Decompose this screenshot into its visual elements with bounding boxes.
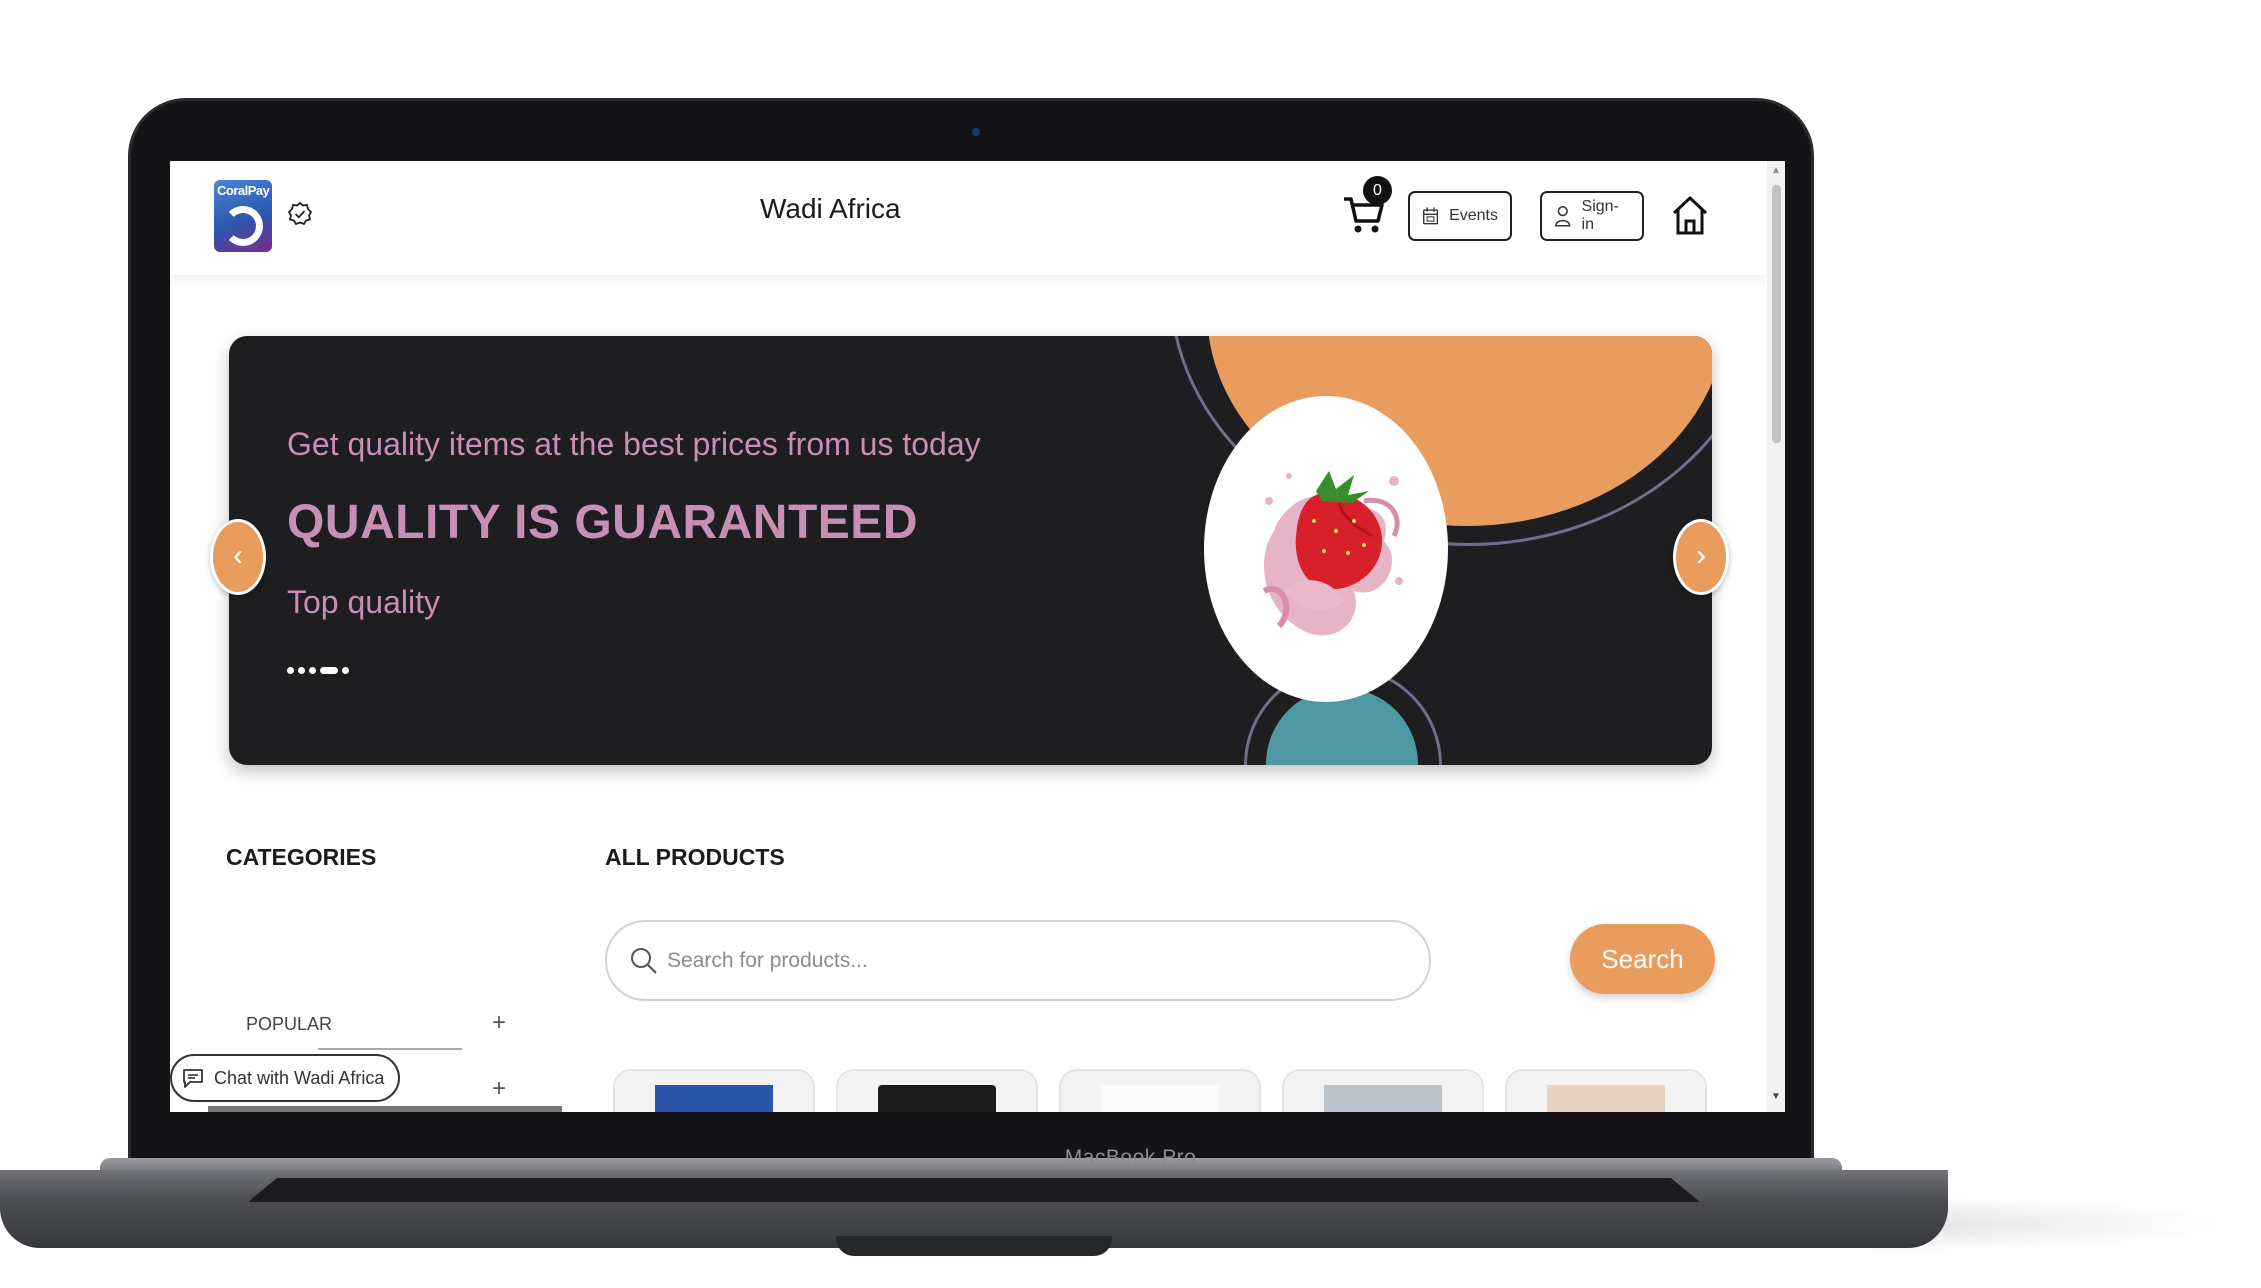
device-model-label: MacBook Pro bbox=[1064, 1146, 1197, 1169]
carousel-dot[interactable] bbox=[309, 667, 316, 674]
site-title: Wadi Africa bbox=[760, 193, 901, 224]
scroll-up-arrow-icon[interactable]: ▲ bbox=[1771, 165, 1781, 176]
product-card[interactable] bbox=[836, 1069, 1038, 1112]
events-label: Events bbox=[1449, 207, 1498, 224]
user-icon bbox=[1555, 205, 1571, 227]
coralpay-logo[interactable]: CoralPay bbox=[214, 180, 272, 252]
chevron-right-icon: › bbox=[1696, 539, 1706, 572]
carousel-next-button[interactable]: › bbox=[1673, 519, 1729, 595]
carousel-dot[interactable] bbox=[298, 667, 305, 674]
calendar-icon bbox=[1423, 207, 1439, 225]
hero-tagline: Top quality bbox=[287, 584, 440, 620]
plus-icon[interactable]: + bbox=[492, 1009, 506, 1037]
all-products-heading: ALL PRODUCTS bbox=[605, 844, 785, 870]
carousel-dot[interactable] bbox=[342, 667, 349, 674]
plus-icon[interactable]: + bbox=[492, 1075, 506, 1103]
signin-label: Sign-in bbox=[1581, 198, 1619, 233]
browser-viewport: CoralPay Wadi Africa 0 Events Sign-in ▲ … bbox=[170, 161, 1785, 1112]
scroll-down-arrow-icon[interactable]: ▼ bbox=[1771, 1091, 1781, 1102]
product-image bbox=[1324, 1085, 1442, 1112]
product-image bbox=[1101, 1085, 1219, 1112]
carousel-indicators bbox=[287, 667, 349, 674]
carousel-prev-button[interactable]: ‹ bbox=[210, 519, 266, 595]
laptop-opening-notch bbox=[836, 1236, 1112, 1256]
chat-bar-shadow bbox=[208, 1106, 562, 1112]
chat-label: Chat with Wadi Africa bbox=[214, 1067, 385, 1088]
category-divider bbox=[318, 1048, 462, 1050]
chat-widget-button[interactable]: Chat with Wadi Africa bbox=[170, 1054, 400, 1102]
category-item-popular[interactable]: POPULAR bbox=[246, 1014, 332, 1035]
carousel-dot[interactable] bbox=[287, 667, 294, 674]
product-image bbox=[655, 1085, 773, 1112]
cart-count-badge: 0 bbox=[1363, 176, 1392, 205]
verified-badge-icon bbox=[287, 201, 313, 226]
strawberry-splash-image bbox=[1262, 471, 1403, 636]
site-header: CoralPay Wadi Africa 0 Events Sign-in bbox=[170, 161, 1767, 275]
product-image bbox=[878, 1085, 996, 1112]
search-input[interactable] bbox=[665, 936, 1385, 986]
carousel-dot-active[interactable] bbox=[320, 667, 338, 674]
product-card[interactable] bbox=[1059, 1069, 1261, 1112]
product-card[interactable] bbox=[1505, 1069, 1707, 1112]
hero-banner: Get quality items at the best prices fro… bbox=[229, 336, 1712, 765]
search-button[interactable]: Search bbox=[1570, 924, 1715, 994]
hero-subtitle: Get quality items at the best prices fro… bbox=[287, 426, 981, 462]
webcam bbox=[972, 128, 980, 136]
categories-heading: CATEGORIES bbox=[226, 844, 377, 870]
logo-text: CoralPay bbox=[217, 183, 270, 198]
chat-icon bbox=[183, 1069, 203, 1088]
events-button[interactable]: Events bbox=[1408, 191, 1512, 241]
scrollbar-thumb[interactable] bbox=[1772, 185, 1781, 443]
signin-button[interactable]: Sign-in bbox=[1540, 191, 1644, 241]
search-icon bbox=[631, 948, 657, 974]
product-search-box bbox=[605, 920, 1431, 1001]
product-image bbox=[1547, 1085, 1665, 1112]
hero-title: QUALITY IS GUARANTEED bbox=[287, 496, 918, 549]
product-card[interactable] bbox=[1282, 1069, 1484, 1112]
keyboard-edge bbox=[248, 1178, 1700, 1202]
chevron-left-icon: ‹ bbox=[233, 539, 243, 572]
home-icon[interactable] bbox=[1670, 193, 1710, 237]
product-card[interactable] bbox=[613, 1069, 815, 1112]
logo-swirl-icon bbox=[223, 206, 263, 246]
